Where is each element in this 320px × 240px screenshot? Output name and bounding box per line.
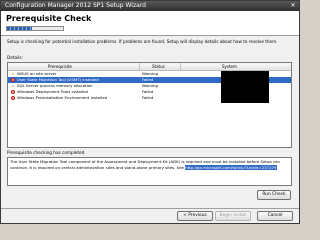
table-header: Prerequisite Status System [8, 63, 291, 71]
progress-fill [7, 27, 33, 30]
progress-bar [6, 26, 64, 31]
window-title: Configuration Manager 2012 SP1 Setup Wiz… [5, 2, 146, 9]
column-divider [139, 63, 140, 70]
cancel-button[interactable]: Cancel [257, 211, 293, 221]
completion-status-text: Prerequisite checking has completed. [7, 150, 86, 155]
begin-install-button[interactable]: Begin Install [215, 211, 251, 221]
error-icon: × [11, 78, 15, 82]
wizard-header: Prerequisite Check [1, 11, 299, 35]
intro-text: Setup is checking for potential installa… [7, 39, 278, 44]
row-prerequisite: Windows Preinstallation Environment inst… [17, 95, 108, 100]
description-box: The User State Migration Tool component … [7, 157, 292, 186]
column-header-prerequisite[interactable]: Prerequisite [48, 63, 72, 70]
wizard-footer: < Previous Begin Install Cancel [1, 209, 299, 223]
column-header-status[interactable]: Status [152, 63, 165, 70]
title-bar[interactable]: Configuration Manager 2012 SP1 Setup Wiz… [1, 1, 299, 11]
prerequisite-table[interactable]: Prerequisite Status System ⚠ WSUS on site… [7, 62, 292, 148]
previous-button[interactable]: < Previous [177, 211, 213, 221]
run-check-button[interactable]: Run Check [257, 190, 291, 200]
main-content: Setup is checking for potential installa… [1, 36, 299, 208]
warning-icon: ⚠ [11, 72, 15, 76]
adk-help-link[interactable]: http://go.microsoft.com/fwlink/?LinkId=2… [185, 164, 277, 170]
setup-wizard-window: Configuration Manager 2012 SP1 Setup Wiz… [0, 0, 300, 224]
warning-icon: ⚠ [11, 84, 15, 88]
close-button[interactable]: ✕ [289, 2, 297, 9]
column-divider [180, 63, 181, 70]
row-status: Failed [142, 95, 154, 100]
error-icon: × [11, 90, 15, 94]
details-label: Details: [7, 55, 23, 60]
redacted-system-block [221, 71, 269, 103]
column-header-system[interactable]: System [222, 63, 237, 70]
error-icon: × [11, 96, 15, 100]
page-title: Prerequisite Check [6, 14, 92, 23]
